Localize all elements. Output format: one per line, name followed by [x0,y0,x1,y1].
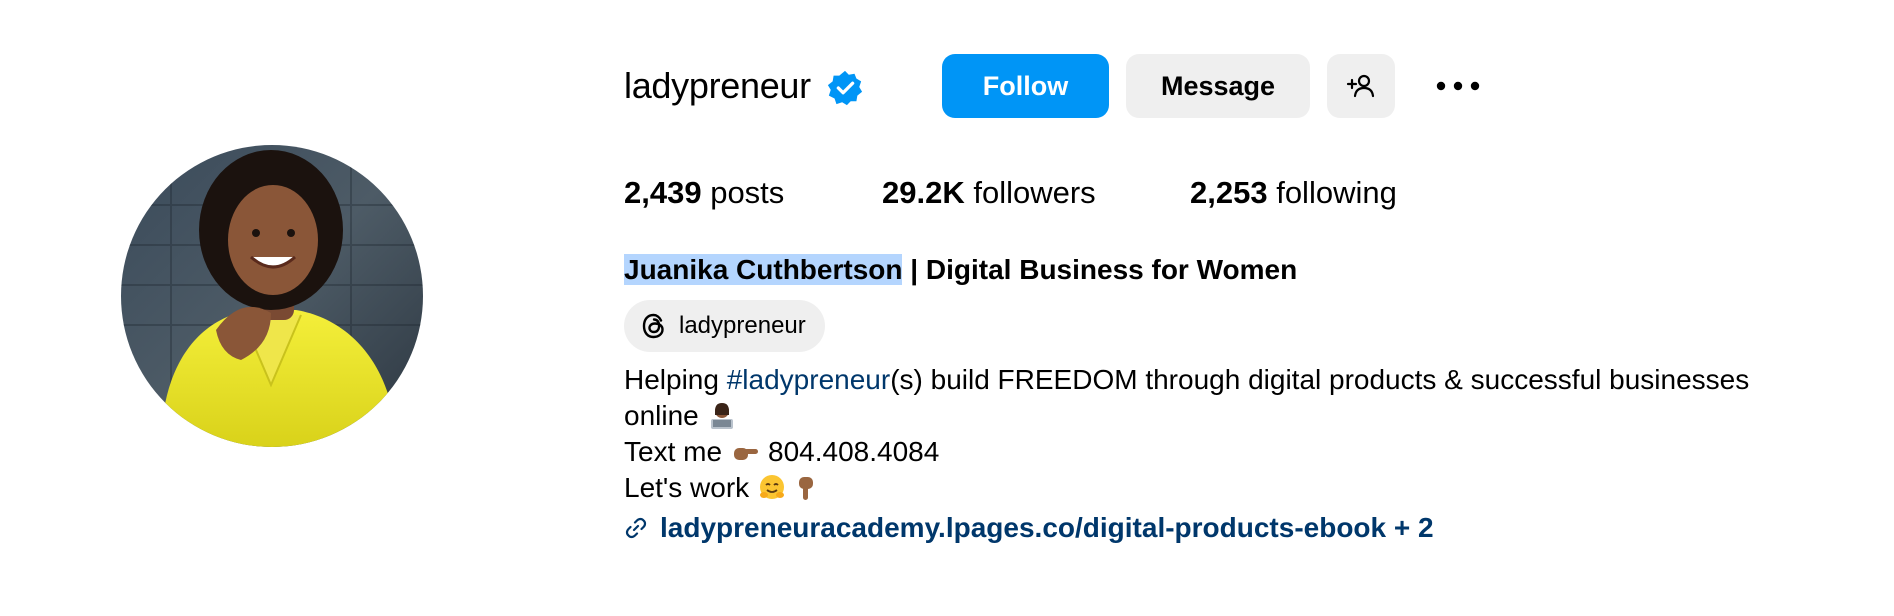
hugging-face-emoji-icon [760,475,785,499]
suggested-accounts-button[interactable] [1327,54,1395,118]
followers-count: 29.2K [882,175,965,210]
phone-number: 804.408.4084 [768,436,940,467]
bio-line-3: Text me 804.408.4084 [624,434,1804,470]
bio-line-2: online [624,398,1804,434]
posts-stat: 2,439 posts [624,172,784,214]
followers-label: followers [973,175,1096,210]
pointing-down-emoji-icon [799,477,814,500]
bio-text: Helping [624,364,719,395]
profile-avatar[interactable] [121,145,423,447]
bio-text: Text me [624,436,723,467]
bio-text: (s) build FREEDOM through digital produc… [890,364,1750,395]
bio-text: online [624,400,699,431]
full-name-highlighted: Juanika Cuthbertson [624,254,903,285]
verified-badge-icon [827,70,862,106]
following-stat[interactable]: 2,253 following [1190,172,1397,214]
pointing-right-emoji-icon [734,448,759,460]
bio-link[interactable]: ladypreneuracademy.lpages.co/digital-pro… [624,508,1434,548]
profile-full-name: Juanika Cuthbertson | Digital Business f… [624,250,1297,290]
profile-bio: Helping #ladypreneur (s) build FREEDOM th… [624,362,1804,506]
hashtag-link[interactable]: #ladypreneur [727,362,890,398]
avatar-photo [121,145,423,447]
threads-badge[interactable]: ladypreneur [624,300,825,352]
message-button[interactable]: Message [1126,54,1310,118]
username-row: ladypreneur Follow Message [624,54,1624,118]
threads-handle: ladypreneur [679,312,806,339]
username: ladypreneur [624,65,811,106]
more-horizontal-icon [1436,81,1480,91]
full-name-suffix: | Digital Business for Women [910,254,1298,285]
following-count: 2,253 [1190,175,1268,210]
link-icon [625,517,647,539]
person-add-icon [1346,74,1375,98]
following-label: following [1276,175,1397,210]
posts-label: posts [710,175,785,210]
followers-stat[interactable]: 29.2K followers [882,172,1096,214]
threads-icon [642,313,664,339]
follow-button[interactable]: Follow [942,54,1109,118]
woman-technologist-emoji-icon [710,403,733,429]
bio-line-1: Helping #ladypreneur (s) build FREEDOM th… [624,362,1804,398]
more-options-button[interactable] [1424,54,1492,118]
bio-line-4: Let's work [624,470,1804,506]
bio-text: Let's work [624,472,750,503]
posts-count: 2,439 [624,175,702,210]
website-link[interactable]: ladypreneuracademy.lpages.co/digital-pro… [660,512,1434,544]
